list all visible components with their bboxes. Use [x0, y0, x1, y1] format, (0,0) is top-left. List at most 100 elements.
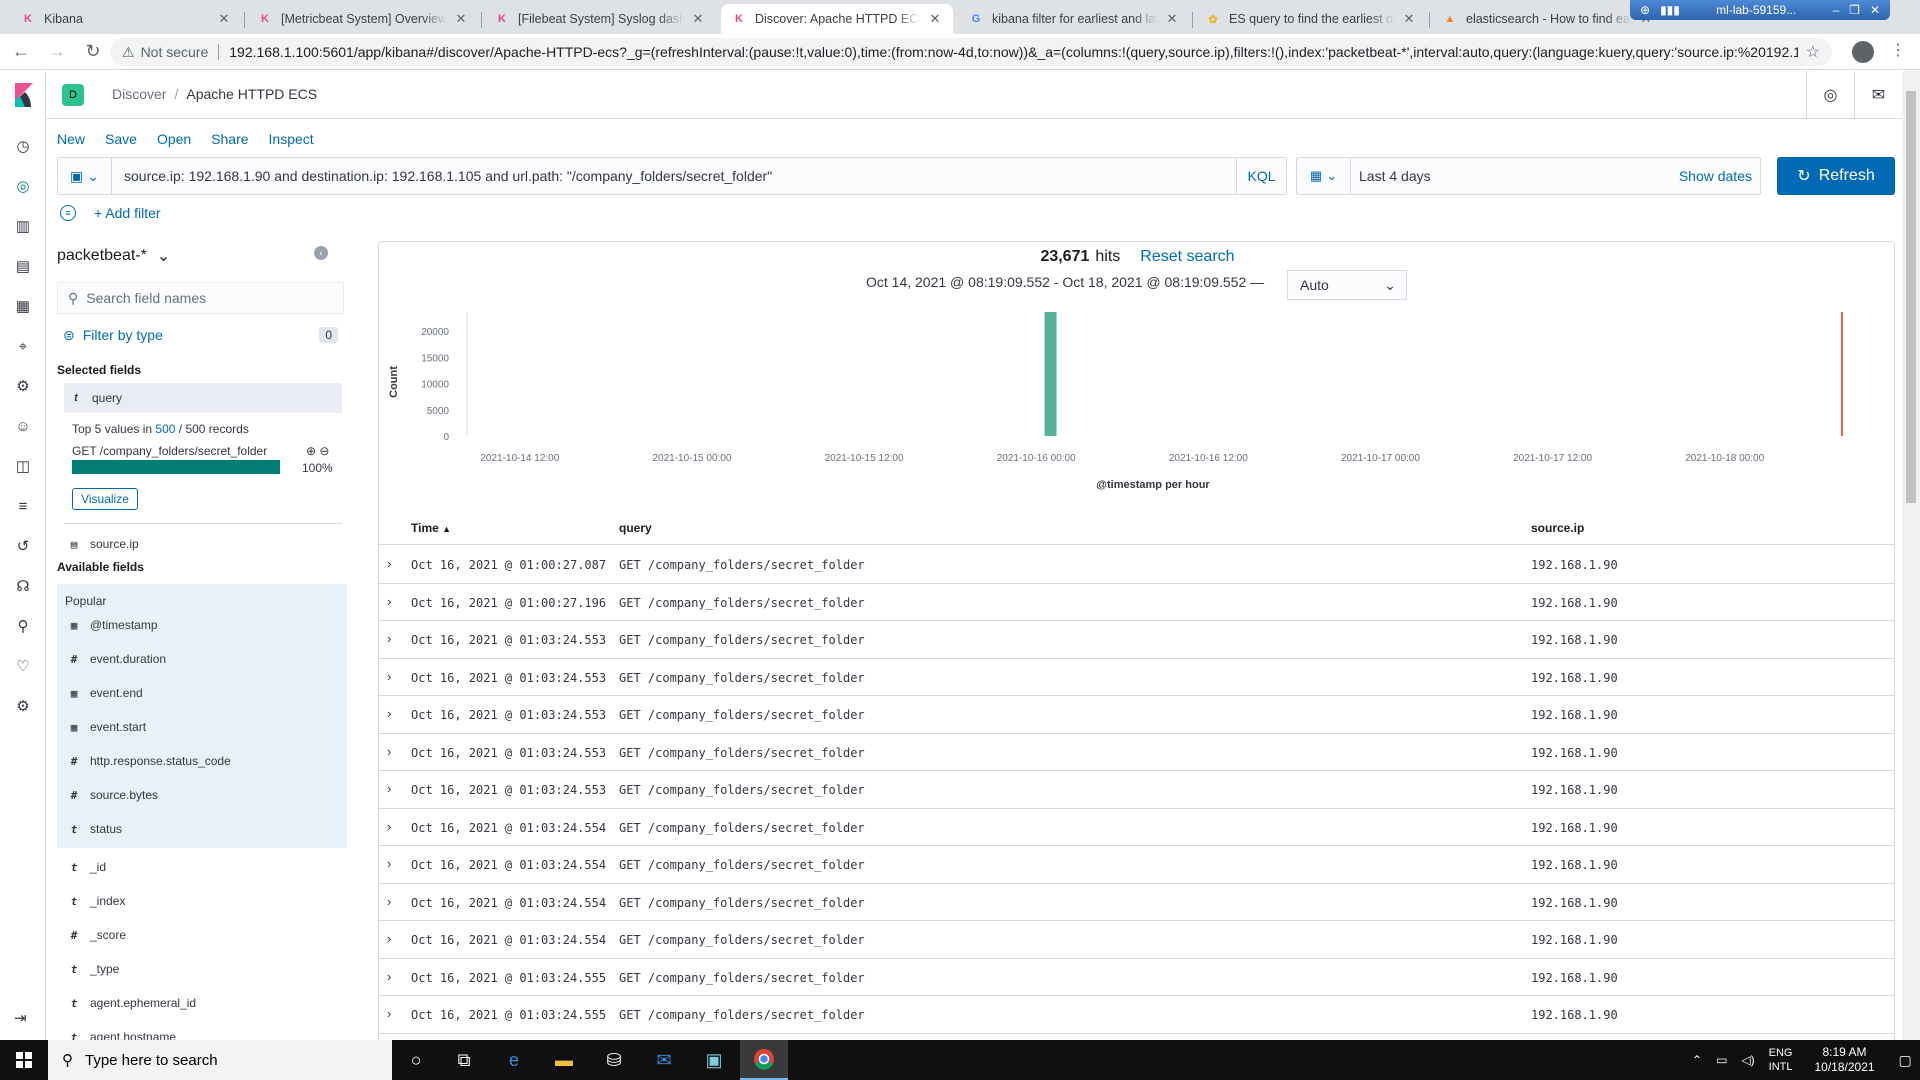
available-field[interactable]: ▦ @timestamp [64, 612, 334, 638]
kql-toggle[interactable]: KQL [1236, 158, 1286, 194]
language-indicator[interactable]: ENG INTL [1769, 1046, 1793, 1074]
discover-icon[interactable]: ◎ [14, 177, 32, 195]
security-label[interactable]: Not secure [141, 44, 209, 60]
add-filter-button[interactable]: + Add filter [94, 205, 161, 221]
table-row[interactable]: › Oct 16, 2021 @ 01:03:24.554 GET /company… [379, 921, 1894, 959]
kibana-logo-icon[interactable] [13, 83, 33, 107]
siem-icon[interactable]: ☊ [14, 577, 32, 595]
canvas-icon[interactable]: ▦ [14, 297, 32, 315]
mail-icon[interactable]: ✉ [1854, 71, 1902, 119]
available-field[interactable]: ▦ event.start [64, 714, 334, 740]
maps-icon[interactable]: ⌖ [14, 337, 32, 355]
bookmark-star-icon[interactable]: ☆ [1806, 42, 1820, 62]
available-field[interactable]: # source.bytes [64, 782, 334, 808]
open-button[interactable]: Open [157, 131, 191, 147]
expand-row-icon[interactable]: › [387, 781, 391, 796]
breadcrumb-discover[interactable]: Discover [112, 86, 166, 102]
show-dates-button[interactable]: Show dates [1679, 168, 1760, 184]
available-field[interactable]: # event.duration [64, 646, 334, 672]
address-bar[interactable]: ⚠ Not secure 192.168.1.100:5601/app/kiba… [110, 38, 1832, 66]
url-text[interactable]: 192.168.1.100:5601/app/kibana#/discover/… [229, 44, 1797, 60]
saved-query-button[interactable]: ▣ ⌄ [58, 158, 112, 194]
available-field[interactable]: t agent.hostname [64, 1024, 334, 1040]
column-source-ip[interactable]: source.ip [1531, 521, 1584, 535]
table-row[interactable]: › Oct 16, 2021 @ 01:03:24.553 GET /company… [379, 771, 1894, 809]
close-tab-icon[interactable]: ✕ [453, 11, 469, 27]
uptime-icon[interactable]: ↺ [14, 537, 32, 555]
logs-icon[interactable]: ◫ [14, 457, 32, 475]
available-field[interactable]: ▦ event.end [64, 680, 334, 706]
chrome-icon[interactable] [740, 1040, 788, 1080]
visualize-icon[interactable]: ▥ [14, 217, 32, 235]
dashboard-icon[interactable]: ▤ [14, 257, 32, 275]
ml-icon[interactable]: ⚙ [14, 377, 32, 395]
column-query[interactable]: query [619, 521, 652, 535]
start-button[interactable] [0, 1040, 48, 1080]
table-row[interactable]: › Oct 16, 2021 @ 01:03:24.554 GET /company… [379, 884, 1894, 921]
table-row[interactable]: › Oct 16, 2021 @ 01:03:24.555 GET /company… [379, 959, 1894, 996]
available-field[interactable]: t _id [64, 854, 334, 880]
browser-tab[interactable]: K [Metricbeat System] Overview ECS ✕ [247, 4, 479, 34]
expand-row-icon[interactable]: › [387, 556, 391, 571]
warning-icon[interactable]: ⚠ [122, 44, 135, 61]
available-field[interactable]: # http.response.status_code [64, 748, 334, 774]
browser-tab[interactable]: ✿ ES query to find the earliest occurrenc… [1195, 4, 1427, 34]
expand-row-icon[interactable]: › [387, 669, 391, 684]
table-row[interactable]: › Oct 16, 2021 @ 01:03:24.555 GET /company… [379, 996, 1894, 1034]
network-app-icon[interactable]: ▣ [690, 1040, 738, 1080]
zoom-out-icon[interactable]: ⊖ [319, 444, 329, 458]
top5-count-link[interactable]: 500 [155, 422, 175, 436]
index-pattern-selector[interactable]: packetbeat-* ⌄ [57, 246, 170, 266]
reload-icon[interactable]: ↻ [78, 37, 108, 67]
time-range-label[interactable]: Last 4 days [1351, 168, 1679, 184]
notifications-icon[interactable]: ▢ [1899, 1052, 1912, 1069]
inspect-button[interactable]: Inspect [269, 131, 314, 147]
edge-icon[interactable]: e [490, 1040, 538, 1080]
collapse-nav-icon[interactable]: ⇥ [14, 1009, 27, 1027]
minimize-icon[interactable]: – [1832, 3, 1839, 17]
infrastructure-icon[interactable]: ☺ [14, 417, 32, 435]
table-row[interactable]: › Oct 16, 2021 @ 01:03:24.554 GET /company… [379, 809, 1894, 846]
available-field[interactable]: # _score [64, 922, 334, 948]
table-row[interactable]: › Oct 16, 2021 @ 01:03:24.554 GET /company… [379, 846, 1894, 884]
monitoring-icon[interactable]: ♡ [14, 657, 32, 675]
help-icon[interactable]: ◎ [1806, 71, 1854, 119]
collapse-sidebar-icon[interactable]: ‹ [314, 246, 328, 260]
new-button[interactable]: New [57, 131, 85, 147]
table-row[interactable]: › Oct 16, 2021 @ 01:00:27.196 GET /company… [379, 584, 1894, 621]
close-tab-icon[interactable]: ✕ [690, 11, 706, 27]
table-row[interactable]: › Oct 16, 2021 @ 01:03:24.553 GET /company… [379, 621, 1894, 659]
expand-row-icon[interactable]: › [387, 706, 391, 721]
table-row[interactable]: › Oct 16, 2021 @ 01:03:24.553 GET /company… [379, 659, 1894, 696]
table-row[interactable]: › Oct 16, 2021 @ 01:00:27.087 GET /company… [379, 546, 1894, 584]
column-time[interactable]: Time ▲ [411, 521, 451, 535]
back-icon[interactable]: ← [6, 37, 36, 67]
refresh-button[interactable]: ↻ Refresh [1777, 157, 1895, 195]
histogram-bar[interactable] [1044, 312, 1057, 436]
file-explorer-icon[interactable]: ▬ [540, 1040, 588, 1080]
taskbar-search[interactable]: ⚲ Type here to search [48, 1040, 392, 1080]
cortana-icon[interactable]: ○ [392, 1040, 440, 1080]
close-tab-icon[interactable]: ✕ [927, 11, 943, 27]
space-avatar[interactable]: D [62, 84, 84, 106]
close-icon[interactable]: ✕ [1870, 3, 1880, 17]
mail-app-icon[interactable]: ✉ [640, 1040, 688, 1080]
expand-row-icon[interactable]: › [387, 856, 391, 871]
expand-row-icon[interactable]: › [387, 931, 391, 946]
expand-row-icon[interactable]: › [387, 631, 391, 646]
profile-avatar[interactable] [1852, 41, 1874, 63]
query-input[interactable]: source.ip: 192.168.1.90 and destination.… [112, 168, 1236, 184]
available-field[interactable]: t _index [64, 888, 334, 914]
close-tab-icon[interactable]: ✕ [1401, 11, 1417, 27]
table-row[interactable]: › Oct 16, 2021 @ 01:03:24.553 GET /company… [379, 734, 1894, 771]
volume-icon[interactable]: ◁) [1741, 1053, 1754, 1067]
page-scrollbar[interactable] [1902, 71, 1920, 1040]
available-field[interactable]: t agent.ephemeral_id [64, 990, 334, 1016]
sort-up-icon[interactable]: ▲ [442, 524, 451, 534]
filter-by-type-button[interactable]: ⊜ Filter by type 0 [57, 322, 344, 348]
close-tab-icon[interactable]: ✕ [1164, 11, 1180, 27]
save-button[interactable]: Save [105, 131, 137, 147]
available-field[interactable]: t _type [64, 956, 334, 982]
expand-row-icon[interactable]: › [387, 894, 391, 909]
browser-tab[interactable]: Gkibana filter for earliest and latest ✕ [958, 4, 1190, 34]
